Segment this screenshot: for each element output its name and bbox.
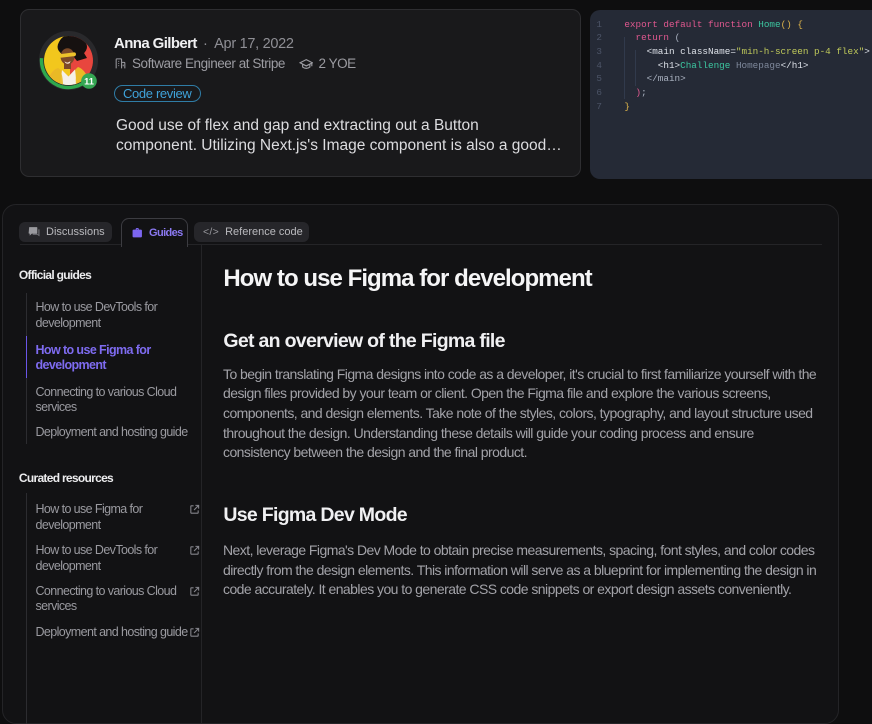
svg-text:11: 11	[84, 76, 94, 86]
